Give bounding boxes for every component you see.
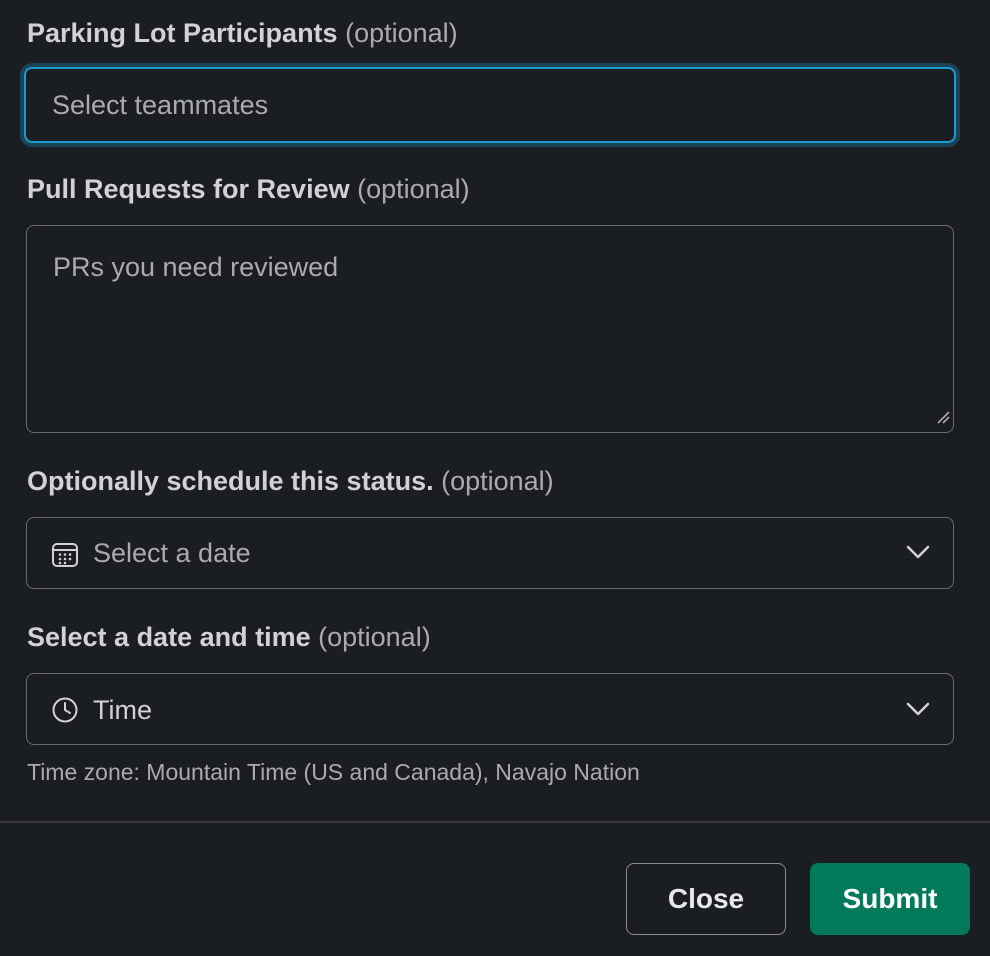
schedule-optional-text: (optional) bbox=[441, 466, 554, 496]
footer-divider bbox=[0, 821, 990, 823]
pull-requests-textarea[interactable]: PRs you need reviewed bbox=[26, 225, 954, 433]
pull-requests-label: Pull Requests for Review (optional) bbox=[27, 172, 470, 206]
close-button[interactable]: Close bbox=[626, 863, 786, 935]
date-placeholder: Select a date bbox=[93, 538, 251, 568]
calendar-icon bbox=[51, 540, 79, 573]
clock-icon bbox=[51, 696, 79, 729]
resize-handle-icon[interactable] bbox=[936, 410, 950, 429]
participants-label-text: Parking Lot Participants bbox=[27, 18, 338, 48]
pull-requests-label-text: Pull Requests for Review bbox=[27, 174, 350, 204]
datetime-optional-text: (optional) bbox=[318, 622, 431, 652]
timezone-helper-text: Time zone: Mountain Time (US and Canada)… bbox=[27, 759, 640, 785]
schedule-label-text: Optionally schedule this status. bbox=[27, 466, 434, 496]
chevron-down-icon bbox=[905, 543, 931, 566]
participants-optional-text: (optional) bbox=[345, 18, 458, 48]
time-value: Time bbox=[93, 695, 152, 725]
chevron-down-icon bbox=[905, 700, 931, 723]
time-picker[interactable]: Time bbox=[26, 673, 954, 745]
datetime-label-text: Select a date and time bbox=[27, 622, 311, 652]
participants-select[interactable]: Select teammates bbox=[24, 67, 956, 143]
participants-label: Parking Lot Participants (optional) bbox=[27, 16, 458, 50]
participants-placeholder: Select teammates bbox=[52, 90, 269, 120]
datetime-label: Select a date and time (optional) bbox=[27, 620, 431, 654]
schedule-label: Optionally schedule this status. (option… bbox=[27, 464, 554, 498]
pull-requests-placeholder: PRs you need reviewed bbox=[53, 252, 339, 282]
submit-button[interactable]: Submit bbox=[810, 863, 970, 935]
date-picker[interactable]: Select a date bbox=[26, 517, 954, 589]
pull-requests-optional-text: (optional) bbox=[357, 174, 470, 204]
